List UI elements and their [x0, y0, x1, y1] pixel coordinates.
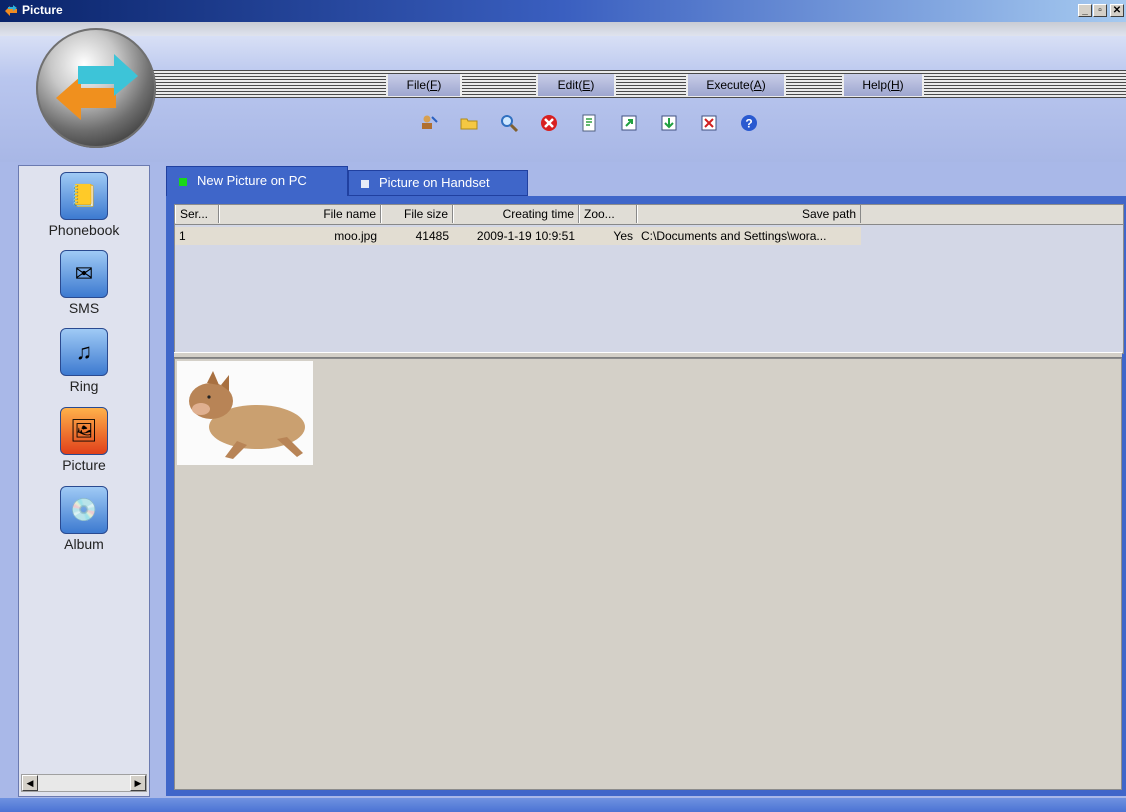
cell-creating-time: 2009-1-19 10:9:51	[476, 229, 575, 243]
column-header-creating-time[interactable]: Creating time	[453, 205, 579, 223]
minimize-button[interactable]: _	[1078, 4, 1092, 17]
open-folder-icon[interactable]	[458, 112, 480, 134]
cell-serial: 1	[179, 229, 186, 243]
app-logo	[36, 28, 156, 148]
cell-file-name: moo.jpg	[334, 229, 377, 243]
sidebar-item-ring[interactable]: ♫ Ring	[19, 328, 149, 394]
tab-new-picture-on-pc[interactable]: New Picture on PC	[166, 166, 348, 196]
picture-preview-area	[174, 358, 1122, 790]
scroll-right-icon[interactable]: ▶	[130, 775, 146, 791]
menu-help[interactable]: Help(H)	[842, 74, 924, 96]
column-header-file-name[interactable]: File name	[219, 205, 381, 223]
sidebar-item-label: Album	[64, 536, 104, 552]
scroll-left-icon[interactable]: ◀	[22, 775, 38, 791]
cell-zoom: Yes	[613, 229, 633, 243]
close-button[interactable]: ✕	[1110, 4, 1124, 17]
tab-indicator-icon	[179, 178, 187, 186]
new-contact-icon[interactable]	[418, 112, 440, 134]
menu-edit[interactable]: Edit(E)	[536, 74, 616, 96]
sidebar-scrollbar[interactable]: ◀ ▶	[21, 774, 147, 792]
header-strip	[0, 22, 1126, 36]
sidebar-item-label: SMS	[68, 300, 100, 316]
sidebar-item-sms[interactable]: ✉ SMS	[19, 250, 149, 316]
file-list[interactable]: Ser... File name File size Creating time…	[174, 204, 1124, 354]
window-title: Picture	[22, 3, 63, 17]
sms-icon: ✉	[60, 250, 108, 298]
delete-icon[interactable]	[538, 112, 560, 134]
svg-text:?: ?	[745, 117, 752, 131]
export-icon[interactable]	[618, 112, 640, 134]
sidebar: 📒 Phonebook ✉ SMS ♫ Ring 🖼 Picture 💿 Alb…	[18, 165, 150, 797]
tab-picture-on-handset[interactable]: Picture on Handset	[348, 170, 528, 196]
search-icon[interactable]	[498, 112, 520, 134]
sidebar-item-label: Ring	[69, 378, 99, 394]
sidebar-item-label: Phonebook	[48, 222, 120, 238]
tab-indicator-icon	[361, 180, 369, 188]
column-header-save-path[interactable]: Save path	[637, 205, 861, 223]
menu-file[interactable]: File(F)	[386, 74, 462, 96]
ring-icon: ♫	[60, 328, 108, 376]
menu-bar-background	[150, 70, 1126, 98]
sidebar-item-picture[interactable]: 🖼 Picture	[19, 407, 149, 473]
cell-save-path: C:\Documents and Settings\wora...	[641, 229, 827, 243]
table-row[interactable]: 1 moo.jpg 41485 2009-1-19 10:9:51 Yes C:…	[175, 227, 861, 245]
list-header: Ser... File name File size Creating time…	[175, 205, 1123, 225]
import-icon[interactable]	[578, 112, 600, 134]
column-header-file-size[interactable]: File size	[381, 205, 453, 223]
status-bar	[0, 798, 1126, 812]
download-icon[interactable]	[658, 112, 680, 134]
column-header-zoom[interactable]: Zoo...	[579, 205, 637, 223]
picture-icon: 🖼	[60, 407, 108, 455]
sidebar-item-album[interactable]: 💿 Album	[19, 486, 149, 552]
remove-icon[interactable]	[698, 112, 720, 134]
sidebar-item-phonebook[interactable]: 📒 Phonebook	[19, 172, 149, 238]
title-bar: Picture _ ▫ ✕	[0, 0, 1126, 22]
maximize-button[interactable]: ▫	[1093, 4, 1107, 17]
app-icon	[4, 4, 18, 18]
sidebar-item-label: Picture	[62, 457, 106, 473]
app-header: File(F) Edit(E) Execute(A) Help(H) ?	[0, 22, 1126, 162]
help-icon[interactable]: ?	[738, 112, 760, 134]
phonebook-icon: 📒	[60, 172, 108, 220]
menu-execute[interactable]: Execute(A)	[686, 74, 786, 96]
column-header-serial[interactable]: Ser...	[175, 205, 219, 223]
picture-thumbnail[interactable]	[177, 361, 313, 465]
album-icon: 💿	[60, 486, 108, 534]
cell-file-size: 41485	[415, 229, 449, 243]
